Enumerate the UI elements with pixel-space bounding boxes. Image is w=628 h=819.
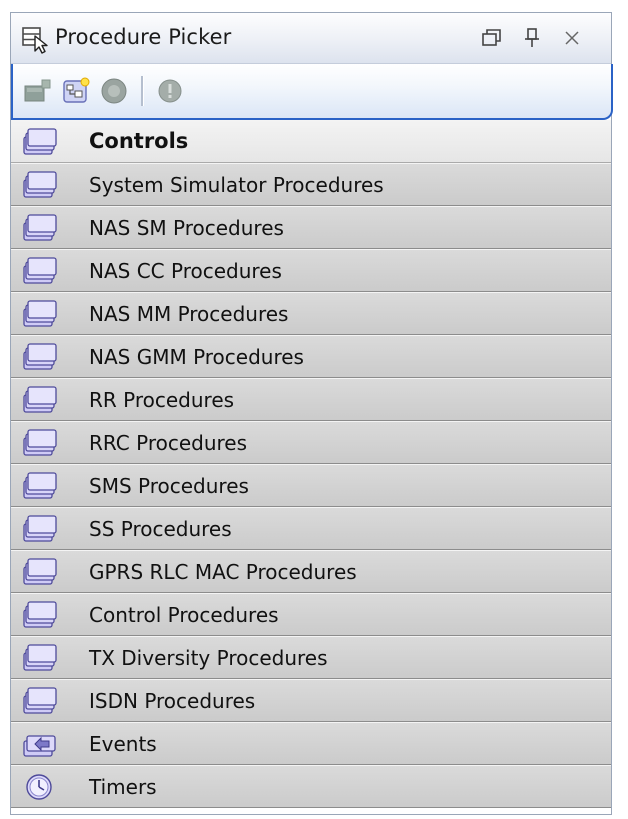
folder-stack-icon <box>21 470 57 502</box>
new-sequence-icon[interactable] <box>61 76 91 106</box>
procedure-picker-panel: Procedure Picker Controls System Simulat… <box>10 12 613 815</box>
folder-stack-icon <box>21 298 57 330</box>
list-item[interactable]: GPRS RLC MAC Procedures <box>11 550 611 593</box>
list-item-label: NAS CC Procedures <box>89 259 282 283</box>
folder-stack-icon <box>21 384 57 416</box>
list-item-label: Control Procedures <box>89 603 279 627</box>
timers-icon <box>21 771 57 803</box>
list-item[interactable]: SMS Procedures <box>11 464 611 507</box>
list-item[interactable]: Control Procedures <box>11 593 611 636</box>
list-item[interactable]: Timers <box>11 765 611 808</box>
list-item-label: NAS SM Procedures <box>89 216 284 240</box>
list-item-label: Timers <box>89 775 157 799</box>
list-item-label: RR Procedures <box>89 388 235 412</box>
procedure-group-list: Controls System Simulator Procedures NAS S… <box>11 120 611 808</box>
list-item-label: NAS GMM Procedures <box>89 345 304 369</box>
list-item[interactable]: RR Procedures <box>11 378 611 421</box>
list-item[interactable]: ISDN Procedures <box>11 679 611 722</box>
add-procedure-icon[interactable] <box>23 76 53 106</box>
list-item-label: GPRS RLC MAC Procedures <box>89 560 357 584</box>
toolbar-separator <box>141 76 144 106</box>
record-icon[interactable] <box>99 76 129 106</box>
close-icon[interactable] <box>557 23 587 53</box>
folder-stack-icon <box>21 126 57 158</box>
list-item[interactable]: RRC Procedures <box>11 421 611 464</box>
folder-stack-icon <box>21 255 57 287</box>
list-item-label: Controls <box>89 129 189 153</box>
folder-stack-icon <box>21 556 57 588</box>
list-item-label: ISDN Procedures <box>89 689 256 713</box>
list-item[interactable]: NAS CC Procedures <box>11 249 611 292</box>
panel-title-bar[interactable]: Procedure Picker <box>11 13 611 64</box>
list-item-label: SMS Procedures <box>89 474 249 498</box>
list-item-label: SS Procedures <box>89 517 232 541</box>
list-item-label: System Simulator Procedures <box>89 173 384 197</box>
list-item-label: RRC Procedures <box>89 431 248 455</box>
list-item[interactable]: NAS SM Procedures <box>11 206 611 249</box>
list-item[interactable]: Events <box>11 722 611 765</box>
folder-stack-icon <box>21 212 57 244</box>
list-item[interactable]: NAS GMM Procedures <box>11 335 611 378</box>
folder-stack-icon <box>21 599 57 631</box>
folder-stack-icon <box>21 169 57 201</box>
list-item-label: Events <box>89 732 157 756</box>
list-item[interactable]: SS Procedures <box>11 507 611 550</box>
properties-icon[interactable] <box>155 76 185 106</box>
folder-stack-icon <box>21 427 57 459</box>
procedure-picker-icon <box>21 24 51 54</box>
pin-icon[interactable] <box>517 23 547 53</box>
procedure-toolbar <box>11 64 613 120</box>
window-restore-icon[interactable] <box>477 23 507 53</box>
list-item[interactable]: Controls <box>11 120 611 163</box>
folder-stack-icon <box>21 341 57 373</box>
folder-stack-icon <box>21 685 57 717</box>
events-icon <box>21 728 57 760</box>
list-item-label: TX Diversity Procedures <box>89 646 328 670</box>
list-item[interactable]: NAS MM Procedures <box>11 292 611 335</box>
list-item-label: NAS MM Procedures <box>89 302 289 326</box>
list-item[interactable]: System Simulator Procedures <box>11 163 611 206</box>
folder-stack-icon <box>21 513 57 545</box>
panel-title: Procedure Picker <box>55 25 232 49</box>
list-item[interactable]: TX Diversity Procedures <box>11 636 611 679</box>
folder-stack-icon <box>21 642 57 674</box>
